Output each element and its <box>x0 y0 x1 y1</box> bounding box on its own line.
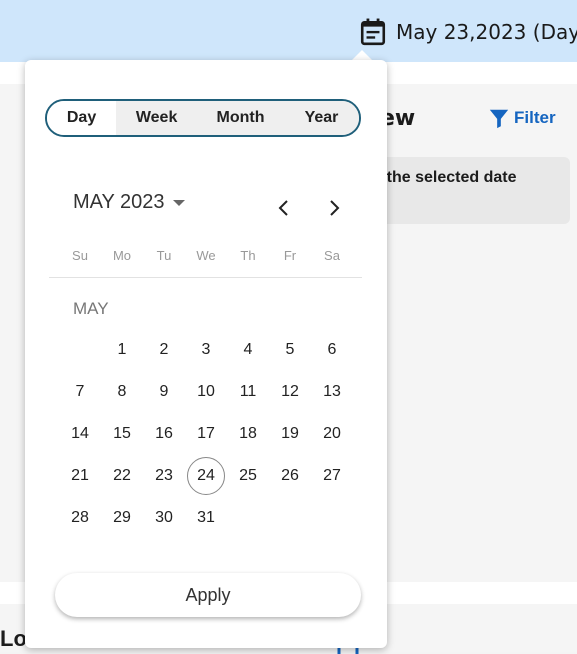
day-cell[interactable]: 29 <box>103 499 141 537</box>
weekday-label: We <box>196 248 216 263</box>
month-section-label: MAY <box>73 299 109 318</box>
day-cell[interactable]: 13 <box>313 373 351 411</box>
top-bar: May 23,2023 (Day) <box>0 0 577 62</box>
date-range-selector[interactable]: May 23,2023 (Day) <box>360 18 577 46</box>
day-cell[interactable]: 16 <box>145 415 183 453</box>
day-cell[interactable]: 5 <box>271 331 309 369</box>
filter-button[interactable]: Filter <box>488 107 556 129</box>
day-cell[interactable]: 19 <box>271 415 309 453</box>
day-cell[interactable]: 10 <box>187 373 225 411</box>
day-cell[interactable]: 21 <box>61 457 99 495</box>
day-cell[interactable]: 22 <box>103 457 141 495</box>
day-cell[interactable]: 30 <box>145 499 183 537</box>
day-cell[interactable]: 26 <box>271 457 309 495</box>
day-cell[interactable]: 15 <box>103 415 141 453</box>
weekday-label: Tu <box>156 248 172 263</box>
tab-day[interactable]: Day <box>47 101 117 135</box>
weekday-header: Su Mo Tu We Th Fr Sa <box>60 248 360 268</box>
weekday-label: Th <box>240 248 256 263</box>
month-year-label: MAY 2023 <box>73 191 165 213</box>
popup-pointer <box>352 50 372 60</box>
day-cell[interactable]: 23 <box>145 457 183 495</box>
chevron-right-icon[interactable] <box>323 196 345 220</box>
calendar-icon <box>360 18 386 46</box>
day-cell[interactable]: 28 <box>61 499 99 537</box>
info-notice: r the selected date e <box>362 157 570 224</box>
apply-button[interactable]: Apply <box>55 573 361 617</box>
day-cell[interactable]: 7 <box>61 373 99 411</box>
filter-label: Filter <box>514 108 556 127</box>
period-segmented-control: Day Week Month Year <box>45 99 361 137</box>
selected-date-text: May 23,2023 (Day) <box>396 20 577 44</box>
tab-year[interactable]: Year <box>283 101 359 135</box>
day-cell[interactable]: 1 <box>103 331 141 369</box>
day-cell[interactable]: 4 <box>229 331 267 369</box>
tab-week[interactable]: Week <box>116 101 198 135</box>
tab-month[interactable]: Month <box>197 101 284 135</box>
caret-down-icon <box>172 199 185 206</box>
notice-line-1: r the selected date <box>376 169 517 186</box>
day-cell[interactable]: 18 <box>229 415 267 453</box>
weekday-label: Mo <box>112 248 132 263</box>
day-cell[interactable]: 11 <box>229 373 267 411</box>
divider <box>49 277 362 278</box>
weekday-label: Su <box>72 248 88 263</box>
bottom-section-heading: Lo <box>0 626 27 651</box>
date-picker-popup: Day Week Month Year MAY 2023 Su Mo Tu We… <box>25 60 387 648</box>
month-year-dropdown[interactable]: MAY 2023 <box>73 191 185 214</box>
day-cell[interactable]: 24 <box>187 457 225 495</box>
day-cell[interactable]: 12 <box>271 373 309 411</box>
day-cell[interactable]: 2 <box>145 331 183 369</box>
day-cell[interactable]: 27 <box>313 457 351 495</box>
day-cell[interactable]: 6 <box>313 331 351 369</box>
day-cell[interactable]: 14 <box>61 415 99 453</box>
day-cell[interactable]: 8 <box>103 373 141 411</box>
weekday-label: Sa <box>324 248 340 263</box>
day-cell[interactable]: 25 <box>229 457 267 495</box>
weekday-label: Fr <box>283 248 297 263</box>
day-cell[interactable]: 20 <box>313 415 351 453</box>
chevron-left-icon[interactable] <box>273 196 295 220</box>
day-cell[interactable]: 31 <box>187 499 225 537</box>
day-cell[interactable]: 3 <box>187 331 225 369</box>
day-cell[interactable]: 9 <box>145 373 183 411</box>
funnel-icon <box>489 109 509 129</box>
day-cell[interactable]: 17 <box>187 415 225 453</box>
